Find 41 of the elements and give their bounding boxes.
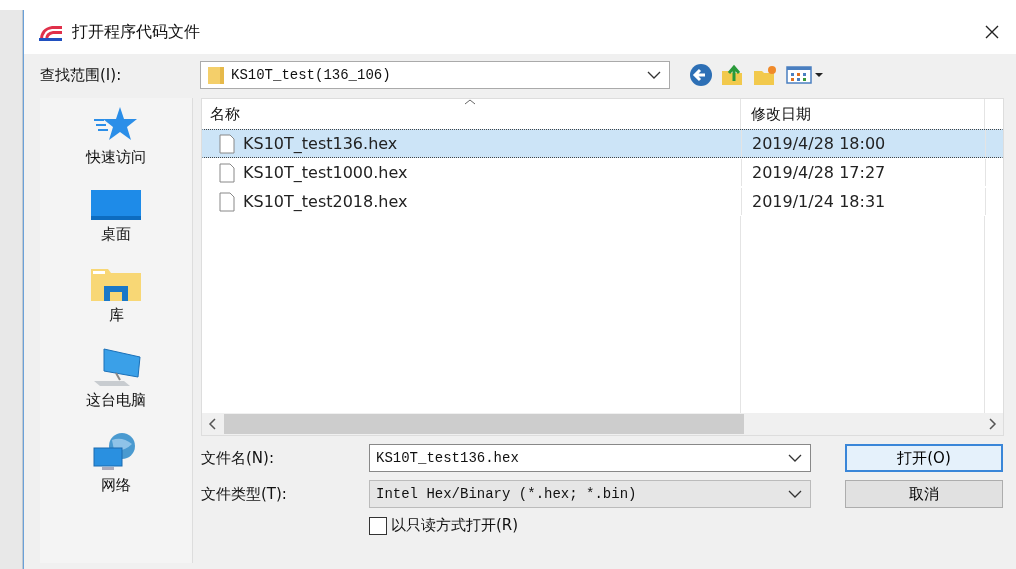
chevron-down-icon xyxy=(788,490,802,498)
close-icon[interactable] xyxy=(984,24,1000,40)
read-only-checkbox[interactable] xyxy=(369,516,387,535)
scroll-right-icon[interactable] xyxy=(987,418,997,430)
file-name-field[interactable]: KS10T_test136.hex xyxy=(369,444,811,472)
file-icon xyxy=(219,191,235,212)
chevron-down-icon xyxy=(788,454,802,462)
place-label[interactable]: 桌面 xyxy=(101,225,131,244)
column-header[interactable]: 名称 xyxy=(202,99,740,129)
horizontal-scrollbar[interactable] xyxy=(202,413,1003,435)
place-label[interactable]: 库 xyxy=(108,306,124,325)
sort-caret-icon xyxy=(464,99,476,105)
file-date: 2019/4/28 17:27 xyxy=(741,159,985,186)
place-label[interactable]: 这台电脑 xyxy=(86,391,146,410)
place-label[interactable]: 快速访问 xyxy=(86,148,146,167)
library-folder-icon xyxy=(90,266,142,302)
file-row[interactable]: KS10T_test2018.hex 2019/1/24 18:31 xyxy=(202,187,1003,216)
file-icon xyxy=(219,133,235,154)
place-label[interactable]: 网络 xyxy=(101,476,131,495)
look-in-dropdown[interactable]: KS10T_test(136_106) xyxy=(200,61,670,89)
file-row[interactable]: KS10T_test136.hex 2019/4/28 18:00 xyxy=(202,129,1003,158)
file-date: 2019/4/28 18:00 xyxy=(741,130,985,157)
look-in-label: 查找范围(I): xyxy=(40,65,123,85)
back-icon[interactable] xyxy=(688,63,714,87)
window-title: 打开程序代码文件 xyxy=(72,21,200,43)
file-icon xyxy=(219,162,235,183)
folder-icon xyxy=(207,65,225,85)
scroll-left-icon[interactable] xyxy=(208,418,218,430)
open-button[interactable]: 打开(O) xyxy=(845,444,1003,472)
chevron-down-icon xyxy=(647,71,661,79)
file-name: KS10T_test2018.hex xyxy=(243,192,408,211)
desktop-icon xyxy=(90,189,142,221)
cancel-button[interactable]: 取消 xyxy=(845,480,1003,508)
file-name: KS10T_test1000.hex xyxy=(243,163,408,182)
file-row[interactable]: KS10T_test1000.hex 2019/4/28 17:27 xyxy=(202,158,1003,187)
file-type-dropdown[interactable]: Intel Hex/Binary (*.hex; *.bin) xyxy=(369,480,811,508)
file-name: KS10T_test136.hex xyxy=(243,134,398,153)
file-type-label: 文件类型(T): xyxy=(201,484,288,504)
file-name-label: 文件名(N): xyxy=(201,448,275,468)
read-only-label[interactable]: 以只读方式打开(R) xyxy=(391,516,519,535)
file-date: 2019/1/24 18:31 xyxy=(741,188,985,215)
